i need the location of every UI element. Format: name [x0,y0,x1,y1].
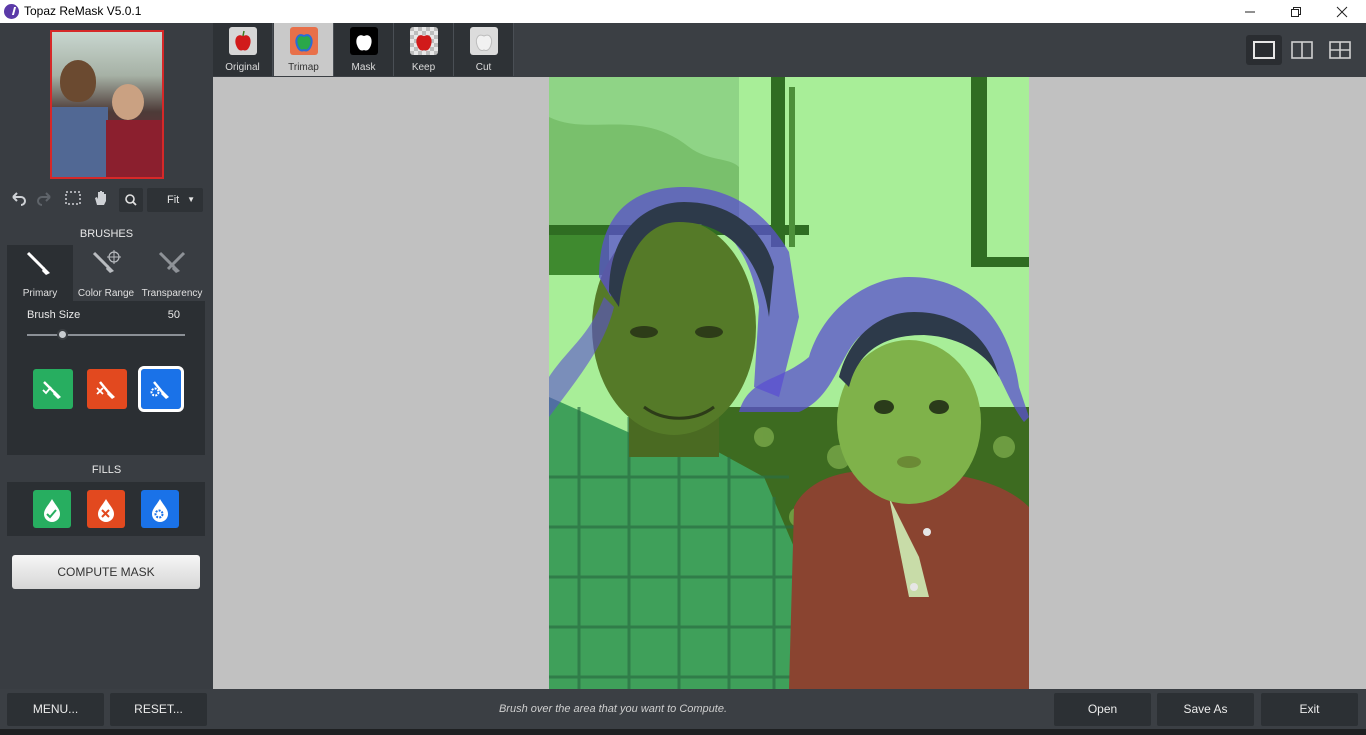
four-pane-icon [1329,41,1351,59]
cut-fill-icon [98,499,114,522]
brush-settings-panel: Brush Size 50 [7,301,205,455]
restore-icon [1291,6,1301,17]
tab-transparency[interactable]: Transparency [139,245,205,301]
redo-icon[interactable] [34,189,56,211]
keep-fill-button[interactable] [33,490,71,528]
single-view-button[interactable] [1246,35,1282,65]
fills-heading: FILLS [91,464,122,476]
brush-size-slider-track[interactable] [27,334,185,336]
apple-original-icon [229,27,257,55]
split-view-button[interactable] [1284,35,1320,65]
open-button[interactable]: Open [1054,693,1151,726]
compute-mask-button[interactable]: COMPUTE MASK [12,555,200,589]
apple-cut-icon [470,27,498,55]
left-panel: Fit ▼ BRUSHES Primary Color Range Transp… [0,23,213,689]
compute-brush-button[interactable] [138,366,184,412]
fills-panel [7,482,205,536]
tab-keep[interactable]: Keep [394,23,454,76]
tab-cut[interactable]: Cut [454,23,514,76]
zoom-button[interactable] [119,188,143,212]
apple-mask-icon [350,27,378,55]
brush-size-value: 50 [167,309,180,321]
magnifier-icon [125,194,137,206]
save-as-button[interactable]: Save As [1157,693,1254,726]
exit-button[interactable]: Exit [1261,693,1358,726]
tab-color-range[interactable]: Color Range [73,245,139,301]
trimap-photo[interactable] [549,77,1029,689]
cut-fill-button[interactable] [87,490,125,528]
apple-keep-icon [410,27,438,55]
zoom-select[interactable]: Fit ▼ [147,188,203,212]
tool-row: Fit ▼ [0,187,213,213]
hand-pan-icon[interactable] [90,189,112,211]
tab-primary[interactable]: Primary [7,245,73,301]
cut-brush-icon [96,381,115,399]
menu-button[interactable]: MENU... [7,693,104,726]
app-logo-icon [4,4,19,19]
color-range-brush-icon [92,250,121,273]
cut-brush-button[interactable] [87,369,127,409]
minimize-icon [1245,11,1255,12]
image-canvas[interactable] [213,77,1366,689]
restore-button[interactable] [1273,0,1319,23]
keep-fill-icon [44,499,60,522]
title-bar: Topaz ReMask V5.0.1 [0,0,1366,23]
tab-trimap[interactable]: Trimap [274,23,334,76]
navigator-thumbnail[interactable] [50,30,164,179]
tab-mask[interactable]: Mask [334,23,394,76]
chevron-down-icon: ▼ [187,195,195,204]
close-icon [1336,6,1348,17]
compute-fill-button[interactable] [141,490,179,528]
minimize-button[interactable] [1227,0,1273,23]
brushes-heading: BRUSHES [79,228,134,240]
marquee-select-icon[interactable] [62,189,84,211]
taskbar-edge [0,729,1366,735]
quad-view-button[interactable] [1322,35,1358,65]
window-title: Topaz ReMask V5.0.1 [24,4,142,18]
brush-size-label: Brush Size [27,309,81,321]
brush-tabs: Primary Color Range Transparency [7,245,205,301]
tab-original[interactable]: Original [213,23,273,76]
reset-button[interactable]: RESET... [110,693,207,726]
undo-icon[interactable] [7,189,29,211]
bottom-bar: MENU... RESET... Brush over the area tha… [0,689,1366,729]
zoom-value: Fit [167,194,180,206]
status-hint: Brush over the area that you want to Com… [498,703,728,715]
trimap-image [549,77,1029,689]
close-button[interactable] [1319,0,1365,23]
paintbrush-icon [26,251,50,275]
compute-fill-icon [152,499,168,522]
brush-size-slider-handle[interactable] [56,329,68,340]
keep-brush-button[interactable] [33,369,73,409]
keep-brush-icon [42,381,61,399]
apple-trimap-icon [290,27,318,55]
transparency-brush-icon [158,251,186,273]
compute-brush-icon [150,381,169,399]
view-toolbar: Original Trimap Mask Keep Cut [213,23,1366,77]
single-pane-icon [1253,41,1275,59]
two-pane-icon [1291,41,1313,59]
